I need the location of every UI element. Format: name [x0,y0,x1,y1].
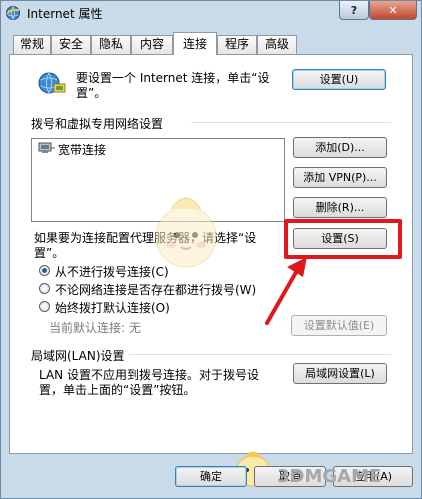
mascot-watermark-icon [151,191,221,274]
internet-globe-icon [5,5,21,21]
help-button[interactable]: ? [339,1,369,20]
annotation-highlight-box [284,219,402,259]
dialup-heading: 拨号和虚拟专用网络设置 [31,117,164,131]
dial-whenever-radio[interactable] [39,283,50,294]
remove-button[interactable]: 删除(R)... [293,197,387,218]
never-dial-radio[interactable] [39,265,50,276]
tab-general[interactable]: 常规 [13,35,51,54]
window-title: Internet 属性 [27,7,103,21]
lan-description-line2: 置，单击上面的“设置”按钮。 [39,383,196,397]
lan-divider [129,354,391,355]
tab-content[interactable]: 内容 [131,35,173,54]
close-button[interactable]: ✕ [369,1,417,20]
internet-properties-window: Internet 属性 ? ✕ 常规 安全 隐私 内容 连接 程序 高级 要设置… [0,0,422,499]
tab-advanced[interactable]: 高级 [257,35,297,54]
tab-privacy[interactable]: 隐私 [91,35,131,54]
always-dial-label: 始终拨打默认连接(O) [55,301,170,315]
lan-heading: 局域网(LAN)设置 [31,349,125,363]
current-default-value: 无 [129,321,142,335]
dialup-divider [191,122,391,123]
proxy-description-line1: 如果要为连接配置代理服务器，请选择“设 [34,231,257,245]
tab-programs[interactable]: 程序 [217,35,257,54]
current-default-label: 当前默认连接: [49,321,126,335]
broadband-connection-icon [38,141,56,158]
add-button[interactable]: 添加(D)... [293,137,387,158]
title-bar[interactable]: Internet 属性 ? ✕ [1,1,421,25]
ok-button[interactable]: 确定 [175,466,247,487]
tab-security[interactable]: 安全 [51,35,91,54]
annotation-arrow-icon [263,255,313,330]
lan-settings-button[interactable]: 局域网设置(L) [293,363,387,384]
connection-wizard-icon [37,70,67,99]
add-vpn-button[interactable]: 添加 VPN(P)... [293,167,387,188]
proxy-description-line2: 置”。 [34,246,65,260]
dial-whenever-label: 不论网络连接是否存在都进行拨号(W) [55,283,257,297]
always-dial-radio[interactable] [39,301,50,312]
tab-connections[interactable]: 连接 [173,32,217,55]
site-watermark: 3DMGAME [277,466,382,487]
setup-button[interactable]: 设置(U) [292,69,386,90]
list-item-label: 宽带连接 [58,143,107,157]
setup-description-line2: 置”。 [76,86,107,100]
